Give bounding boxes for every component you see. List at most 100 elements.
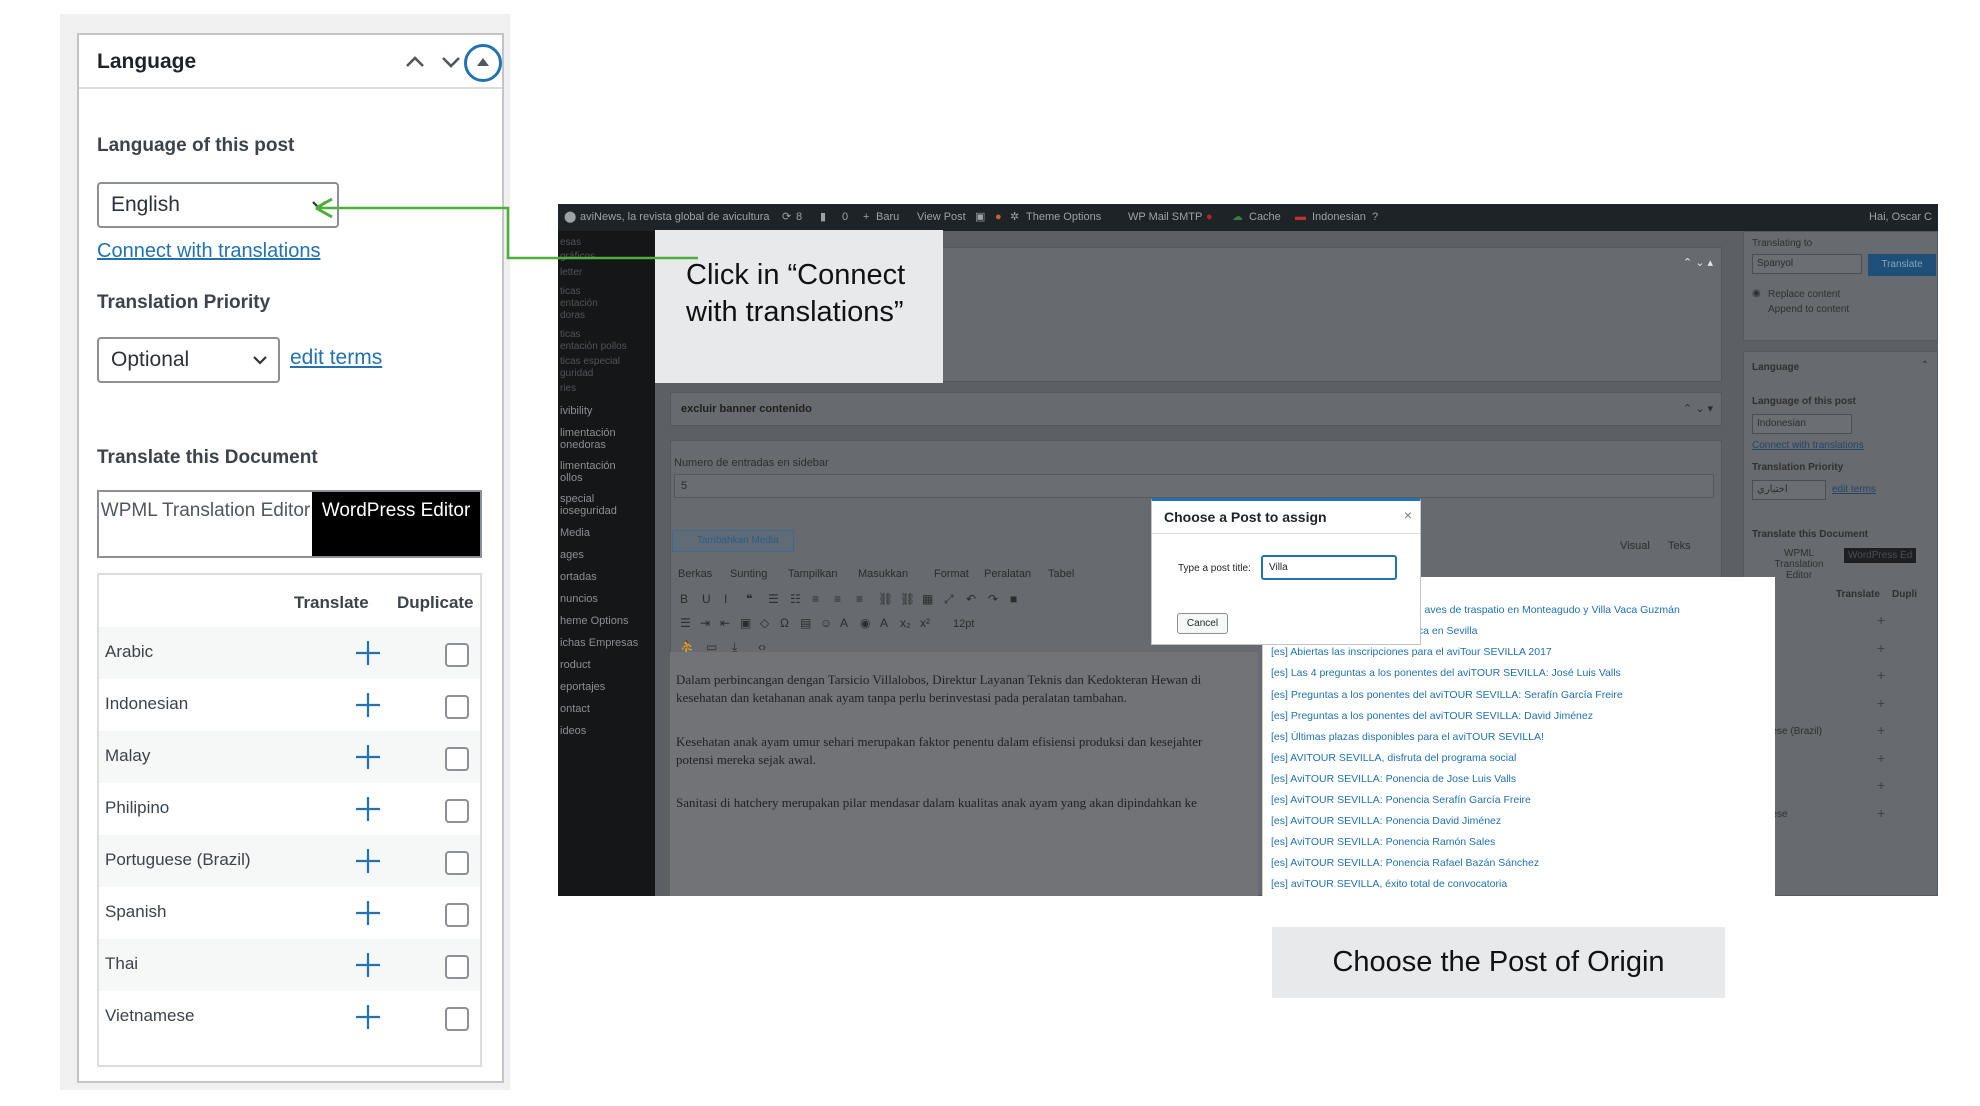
admin-menu-item[interactable]: ages xyxy=(560,549,584,561)
cache-link[interactable]: Cache xyxy=(1249,204,1281,231)
translate-button[interactable]: Translate xyxy=(1868,254,1936,276)
admin-menu-item[interactable]: guridad xyxy=(560,368,593,380)
post-suggestion[interactable]: [es] AviTOUR SEVILLA: Ponencia Rafael Ba… xyxy=(1271,857,1539,869)
duplicate-checkbox[interactable] xyxy=(445,643,469,667)
admin-menu-item[interactable]: ticas especial xyxy=(560,356,620,368)
toolbar-button-icon[interactable]: ⤢ xyxy=(944,592,954,607)
editor-menu-item[interactable]: Tabel xyxy=(1048,568,1074,580)
right-edit-terms-link[interactable]: edit terms xyxy=(1832,484,1876,495)
toolbar-button-icon[interactable]: x₂ xyxy=(900,616,911,630)
add-translation-plus-icon[interactable] xyxy=(354,951,382,979)
toolbar-button-icon[interactable]: A xyxy=(840,616,848,630)
duplicate-checkbox[interactable] xyxy=(445,851,469,875)
language-select[interactable]: English xyxy=(97,182,339,228)
font-size-select[interactable]: 12pt xyxy=(953,618,974,630)
admin-menu-item[interactable]: ioseguridad xyxy=(560,505,617,517)
target-language-select[interactable]: Spanyol xyxy=(1752,254,1862,274)
editor-menu-item[interactable]: Peralatan xyxy=(984,568,1031,580)
toolbar-button-icon[interactable]: ❝ xyxy=(746,592,752,606)
comments-count[interactable]: 0 xyxy=(842,204,848,231)
wp-mail-smtp-link[interactable]: WP Mail SMTP xyxy=(1128,204,1202,231)
right-add-plus-icon[interactable]: + xyxy=(1877,722,1885,738)
toolbar-button-icon[interactable]: ⇥ xyxy=(700,616,710,630)
admin-menu-item[interactable]: ortadas xyxy=(560,571,597,583)
admin-menu-item[interactable]: roduct xyxy=(560,659,591,671)
wp-logo-icon[interactable]: ⬤ xyxy=(564,204,576,231)
post-title-input[interactable]: Villa xyxy=(1261,555,1397,580)
post-suggestion[interactable]: [es] AviTOUR SEVILLA: Ponencia David Jim… xyxy=(1271,815,1501,827)
right-priority-select[interactable]: اختياري xyxy=(1752,480,1826,500)
add-translation-plus-icon[interactable] xyxy=(354,795,382,823)
post-suggestion[interactable]: [es] Últimas plazas disponibles para el … xyxy=(1271,731,1544,743)
duplicate-checkbox[interactable] xyxy=(445,955,469,979)
admin-menu-item[interactable]: ries xyxy=(560,383,576,395)
editor-menu-item[interactable]: Tampilkan xyxy=(788,568,838,580)
cancel-button[interactable]: Cancel xyxy=(1177,613,1228,634)
toolbar-button-icon[interactable]: ▦ xyxy=(922,592,933,606)
toolbar-button-icon[interactable]: ≡ xyxy=(856,592,863,606)
replace-radio-icon[interactable]: ◉ xyxy=(1752,288,1761,299)
admin-menu-item[interactable]: special xyxy=(560,493,594,505)
toolbar-button-icon[interactable]: x² xyxy=(920,616,930,630)
admin-menu-item[interactable]: ichas Empresas xyxy=(560,637,638,649)
user-greeting[interactable]: Hai, Oscar C xyxy=(1869,204,1932,231)
toolbar-button-icon[interactable]: ☷ xyxy=(790,592,801,606)
post-suggestion[interactable]: [es] Preguntas a los ponentes del aviTOU… xyxy=(1271,689,1623,701)
admin-menu-item[interactable]: ivibility xyxy=(560,405,592,417)
toolbar-button-icon[interactable]: ☺ xyxy=(820,616,832,630)
post-suggestion[interactable]: [es] AviTOUR SEVILLA: Ponencia de Jose L… xyxy=(1271,773,1516,785)
right-connect-link[interactable]: Connect with translations xyxy=(1752,440,1864,451)
toolbar-button-icon[interactable]: ≡ xyxy=(812,592,819,606)
right-add-plus-icon[interactable]: + xyxy=(1877,750,1885,766)
admin-menu-item[interactable]: limentación xyxy=(560,460,616,472)
toolbar-button-icon[interactable]: ⇤ xyxy=(720,616,730,630)
duplicate-checkbox[interactable] xyxy=(445,903,469,927)
yoast-icon[interactable]: ▣ xyxy=(975,204,985,231)
collapse-toggle-button[interactable] xyxy=(464,44,502,82)
tab-text[interactable]: Teks xyxy=(1668,540,1691,552)
add-media-button[interactable]: Tambahkan Media xyxy=(672,530,794,552)
toolbar-button-icon[interactable]: ▤ xyxy=(800,616,811,630)
admin-menu-item[interactable]: limentación xyxy=(560,427,616,439)
new-item[interactable]: Baru xyxy=(876,204,899,231)
theme-options-link[interactable]: Theme Options xyxy=(1026,204,1101,231)
admin-menu-item[interactable]: ticas xyxy=(560,286,581,298)
toolbar-button-icon[interactable]: A xyxy=(880,616,888,630)
comments-icon[interactable]: ▮ xyxy=(820,204,826,231)
admin-menu-item[interactable]: onedoras xyxy=(560,439,606,451)
toolbar-button-icon[interactable]: ☰ xyxy=(768,592,779,606)
right-language-select[interactable]: Indonesian xyxy=(1752,414,1852,434)
add-translation-plus-icon[interactable] xyxy=(354,1003,382,1031)
updates-count[interactable]: 8 xyxy=(796,204,802,231)
right-add-plus-icon[interactable]: + xyxy=(1877,612,1885,628)
right-add-plus-icon[interactable]: + xyxy=(1877,640,1885,656)
post-suggestion[interactable]: [es] Las 4 preguntas a los ponentes del … xyxy=(1271,667,1621,679)
site-name[interactable]: aviNews, la revista global de avicultura xyxy=(580,204,770,231)
add-translation-plus-icon[interactable] xyxy=(354,743,382,771)
add-translation-plus-icon[interactable] xyxy=(354,899,382,927)
metabox-arrows-icon[interactable]: ⌃ ⌄ ▴ xyxy=(1683,256,1713,269)
editor-menu-item[interactable]: Berkas xyxy=(678,568,712,580)
chevron-up-icon[interactable]: ⌃ xyxy=(1921,360,1929,371)
connect-with-translations-link[interactable]: Connect with translations xyxy=(97,240,320,263)
duplicate-checkbox[interactable] xyxy=(445,1007,469,1031)
toolbar-button-icon[interactable]: ≡ xyxy=(834,592,841,606)
toolbar-button-icon[interactable]: B xyxy=(680,592,688,606)
editor-menu-item[interactable]: Format xyxy=(934,568,969,580)
admin-menu-item[interactable]: nuncios xyxy=(560,593,598,605)
add-translation-plus-icon[interactable] xyxy=(354,691,382,719)
new-icon[interactable]: + xyxy=(863,204,869,231)
right-add-plus-icon[interactable]: + xyxy=(1877,777,1885,793)
admin-menu-item[interactable]: ontact xyxy=(560,703,590,715)
metabox-arrows-icon[interactable]: ⌃ ⌄ ▾ xyxy=(1683,402,1713,415)
toolbar-button-icon[interactable]: ↶ xyxy=(966,592,976,606)
move-up-button[interactable] xyxy=(401,48,429,76)
duplicate-checkbox[interactable] xyxy=(445,695,469,719)
admin-menu-item[interactable]: ideos xyxy=(560,725,586,737)
post-suggestion[interactable]: [es] AVITOUR SEVILLA, disfruta del progr… xyxy=(1271,752,1516,764)
post-suggestion[interactable]: [es] Preguntas a los ponentes del aviTOU… xyxy=(1271,710,1593,722)
admin-menu-item[interactable]: esas xyxy=(560,237,581,249)
tab-visual[interactable]: Visual xyxy=(1620,540,1650,552)
admin-menu-item[interactable]: letter xyxy=(560,267,582,279)
edit-terms-link[interactable]: edit terms xyxy=(290,346,382,370)
